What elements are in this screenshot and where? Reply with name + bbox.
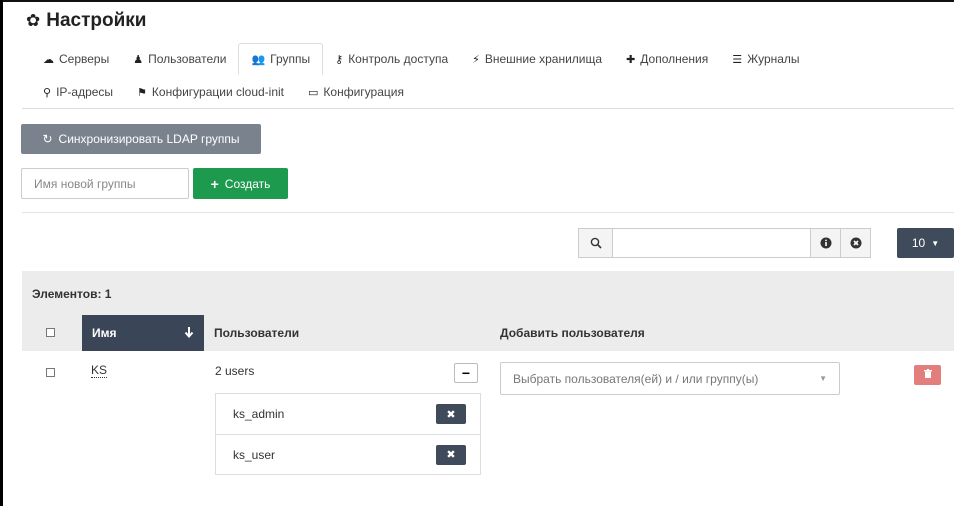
tab-label: Конфигурации cloud-init <box>151 85 285 99</box>
page-title-text: Настройки <box>46 10 147 31</box>
remove-member-button[interactable]: ✖ <box>436 404 466 424</box>
key-icon: ⚷ <box>335 53 344 66</box>
column-header-name-label: Имя <box>92 326 117 340</box>
tab-label: Серверы <box>59 52 110 66</box>
clear-search-icon[interactable] <box>840 229 870 257</box>
column-header-add-user: Добавить пользователя <box>500 326 645 340</box>
group-name[interactable]: KS <box>91 364 108 378</box>
tab-cloud-init[interactable]: ⚑ Конфигурации cloud-init <box>125 76 296 108</box>
select-all-checkbox[interactable] <box>46 328 55 337</box>
pushpin-icon: ⚑ <box>137 86 147 99</box>
tab-access-control[interactable]: ⚷ Контроль доступа <box>323 43 460 75</box>
member-name: ks_user <box>233 447 276 462</box>
tab-label: Контроль доступа <box>348 52 449 66</box>
plus-icon: + <box>210 175 219 192</box>
page-size-value: 10 <box>911 236 926 250</box>
tab-addons[interactable]: ✚ Дополнения <box>614 43 720 75</box>
tab-label: Конфигурация <box>323 85 404 99</box>
delete-group-button[interactable] <box>914 365 941 385</box>
gear-icon: ✿ <box>26 11 41 30</box>
info-icon[interactable] <box>810 229 840 257</box>
section-divider <box>22 212 954 213</box>
column-header-name[interactable]: Имя <box>82 315 204 351</box>
create-group-button[interactable]: + Создать <box>193 168 288 199</box>
close-icon: ✖ <box>446 449 456 461</box>
window-frame-top <box>0 0 954 2</box>
chevron-down-icon: ▼ <box>819 374 827 383</box>
tab-label: Дополнения <box>640 52 709 66</box>
add-user-select-placeholder: Выбрать пользователя(ей) и / или группу(… <box>513 371 759 386</box>
tab-ip-addresses[interactable]: ⚲ IP-адресы <box>32 76 125 108</box>
collapse-members-button[interactable]: − <box>454 363 478 383</box>
member-list: ks_admin ✖ ks_user ✖ <box>215 393 481 475</box>
settings-tabs-row-1: ☁ Серверы ♟ Пользователи 👥 Группы ⚷ Конт… <box>32 43 812 75</box>
remove-member-button[interactable]: ✖ <box>436 444 466 465</box>
row-checkbox[interactable] <box>46 368 55 377</box>
tab-configuration[interactable]: ▭ Конфигурация <box>296 76 416 108</box>
settings-tabs-row-2: ⚲ IP-адресы ⚑ Конфигурации cloud-init ▭ … <box>32 76 416 108</box>
cloud-icon: ☁ <box>43 53 54 66</box>
search-input[interactable] <box>613 229 810 257</box>
tab-servers[interactable]: ☁ Серверы <box>32 43 121 75</box>
tab-groups[interactable]: 👥 Группы <box>238 43 324 75</box>
tab-logs[interactable]: ☰ Журналы <box>720 43 811 75</box>
window-frame-left <box>0 0 3 506</box>
new-group-name-input[interactable] <box>21 168 189 199</box>
items-count: Элементов: 1 <box>32 287 112 301</box>
search-icon <box>579 229 613 257</box>
tab-external-storage[interactable]: ⚡ Внешние хранилища <box>460 43 614 75</box>
tabs-divider <box>22 108 954 109</box>
puzzle-icon: ✚ <box>626 53 636 66</box>
close-icon: ✖ <box>446 408 456 421</box>
caret-down-icon: ▼ <box>931 238 940 248</box>
create-group-label: Создать <box>224 176 271 191</box>
column-header-users: Пользователи <box>214 326 300 340</box>
sync-ldap-groups-button[interactable]: ↻ Синхронизировать LDAP группы <box>21 124 261 154</box>
list-item: ks_admin ✖ <box>216 394 480 434</box>
add-user-select[interactable]: Выбрать пользователя(ей) и / или группу(… <box>500 362 840 395</box>
tab-users[interactable]: ♟ Пользователи <box>121 43 238 75</box>
sync-ldap-groups-label: Синхронизировать LDAP группы <box>58 132 240 146</box>
tab-label: IP-адресы <box>56 85 114 99</box>
tab-label: Журналы <box>747 52 800 66</box>
page-size-dropdown[interactable]: 10 ▼ <box>897 228 954 258</box>
plug-icon: ⚡ <box>472 53 480 66</box>
refresh-icon: ↻ <box>42 132 53 146</box>
group-users-summary: 2 users <box>215 364 255 378</box>
list-item: ks_user ✖ <box>216 434 480 474</box>
trash-icon <box>923 369 932 381</box>
member-name: ks_admin <box>233 407 285 421</box>
file-icon: ▭ <box>308 86 319 99</box>
sort-desc-icon <box>184 326 194 341</box>
map-marker-icon: ⚲ <box>43 86 52 99</box>
tab-label: Пользователи <box>148 52 227 66</box>
users-icon: 👥 <box>251 53 266 66</box>
list-icon: ☰ <box>732 53 743 66</box>
page-title: ✿ Настройки <box>26 10 147 32</box>
tab-label: Внешние хранилища <box>484 52 603 66</box>
tab-label: Группы <box>270 52 311 66</box>
table-search <box>578 228 871 258</box>
user-icon: ♟ <box>133 53 144 66</box>
